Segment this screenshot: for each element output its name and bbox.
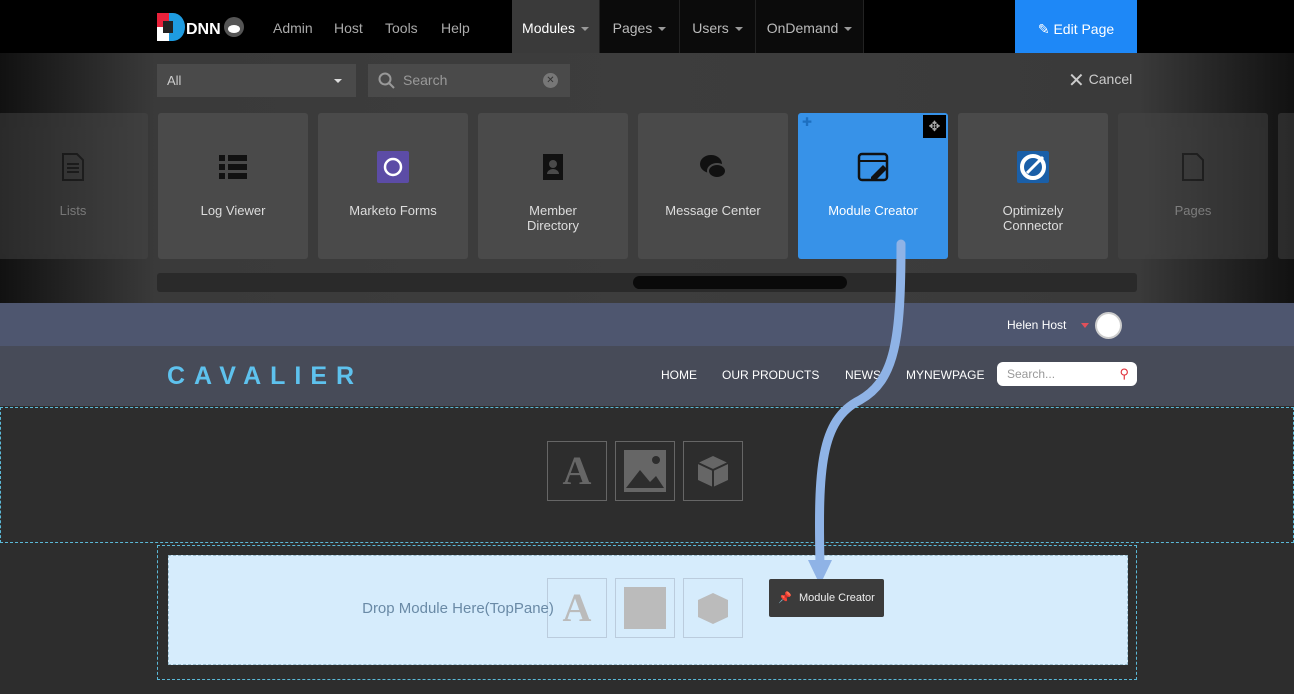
tab-label: Pages [612, 20, 653, 36]
tab-ondemand[interactable]: OnDemand [756, 0, 864, 53]
chat-bubbles-icon [700, 155, 727, 179]
dnn-logo[interactable]: DNN [157, 13, 245, 41]
tile-label: Member Directory [526, 203, 579, 233]
user-name[interactable]: Helen Host [1007, 318, 1066, 332]
module-tile-module-creator[interactable]: ✚ ✥ Module Creator [798, 113, 948, 259]
tile-label: Log Viewer [200, 203, 266, 218]
image-module-icon[interactable] [615, 441, 675, 501]
svg-text:DNN: DNN [186, 21, 221, 38]
caret-down-icon [334, 79, 342, 83]
module-tile-log-viewer[interactable]: Log Viewer [158, 113, 308, 259]
optimizely-icon [1017, 151, 1049, 183]
site-logo[interactable]: CAVALIER [167, 362, 363, 391]
nav-admin[interactable]: Admin [273, 0, 313, 53]
search-icon[interactable]: ⚲ [1119, 362, 1129, 386]
module-tile-member-directory[interactable]: Member Directory [478, 113, 628, 259]
tile-label: Lists [59, 203, 87, 218]
tile-label: Message Center [665, 203, 761, 218]
pencil-icon: ✎ [1037, 21, 1054, 37]
drag-tooltip: 📌 Module Creator [769, 579, 884, 617]
tab-users[interactable]: Users [680, 0, 756, 53]
address-book-icon [543, 154, 563, 180]
tab-label: Modules [522, 20, 575, 36]
menu-mynewpage[interactable]: MYNEWPAGE [906, 368, 984, 382]
module-tile-marketo-forms[interactable]: Marketo Forms [318, 113, 468, 259]
nav-help[interactable]: Help [441, 0, 470, 53]
caret-down-icon [844, 27, 853, 32]
tile-label: Module Creator [828, 203, 918, 218]
module-cube-icon[interactable] [683, 441, 743, 501]
tooltip-label: Module Creator [799, 592, 875, 604]
cancel-button[interactable]: ✕ Cancel [1068, 68, 1132, 93]
module-creator-icon [857, 152, 889, 182]
list-icon [219, 155, 247, 179]
page-icon [1182, 153, 1204, 181]
tab-label: Users [692, 20, 729, 36]
module-search-input[interactable]: Search ✕ [368, 64, 570, 97]
menu-home[interactable]: HOME [661, 368, 697, 382]
drop-zone-label: Drop Module Here(TopPane) [362, 600, 554, 617]
search-icon [378, 72, 395, 89]
module-tile-optimizely-connector[interactable]: Optimizely Connector [958, 113, 1108, 259]
caret-down-icon[interactable] [1081, 323, 1089, 328]
pin-plus-icon: ✚ [802, 115, 813, 129]
tile-label: Pages [1174, 203, 1212, 218]
close-icon: ✕ [1068, 70, 1085, 92]
marketo-icon [377, 151, 409, 183]
tab-label: OnDemand [766, 20, 839, 36]
cancel-label: Cancel [1088, 71, 1133, 87]
tile-label: Marketo Forms [349, 203, 437, 218]
module-tile-pages[interactable]: Pages [1118, 113, 1268, 259]
pin-icon: 📌 [778, 592, 792, 604]
tile-label: Optimizely Connector [1002, 203, 1064, 233]
edit-page-label: Edit Page [1053, 21, 1115, 37]
clear-icon[interactable]: ✕ [543, 73, 558, 88]
module-tile-lists[interactable]: Lists [0, 113, 148, 259]
list-document-icon [62, 153, 84, 181]
move-icon[interactable]: ✥ [923, 115, 946, 138]
caret-down-icon [580, 27, 589, 32]
category-select[interactable]: All [157, 64, 356, 97]
edit-page-button[interactable]: ✎ Edit Page [1015, 0, 1137, 53]
caret-down-icon [734, 27, 743, 32]
module-tile-message-center[interactable]: Message Center [638, 113, 788, 259]
select-value: All [167, 73, 182, 88]
module-tile-partial[interactable] [1278, 113, 1294, 259]
avatar[interactable] [1095, 312, 1122, 339]
nav-tools[interactable]: Tools [385, 0, 418, 53]
site-search-input[interactable]: Search... ⚲ [997, 362, 1137, 386]
tab-pages[interactable]: Pages [600, 0, 680, 53]
scrollbar-thumb[interactable] [633, 276, 847, 289]
menu-news[interactable]: NEWS [845, 368, 881, 382]
caret-down-icon [658, 27, 667, 32]
menu-our-products[interactable]: OUR PRODUCTS [722, 368, 819, 382]
nav-host[interactable]: Host [334, 0, 363, 53]
tab-modules[interactable]: Modules [512, 0, 600, 53]
search-placeholder: Search... [1007, 367, 1056, 381]
text-module-icon[interactable]: A [547, 441, 607, 501]
search-placeholder: Search [403, 72, 448, 88]
